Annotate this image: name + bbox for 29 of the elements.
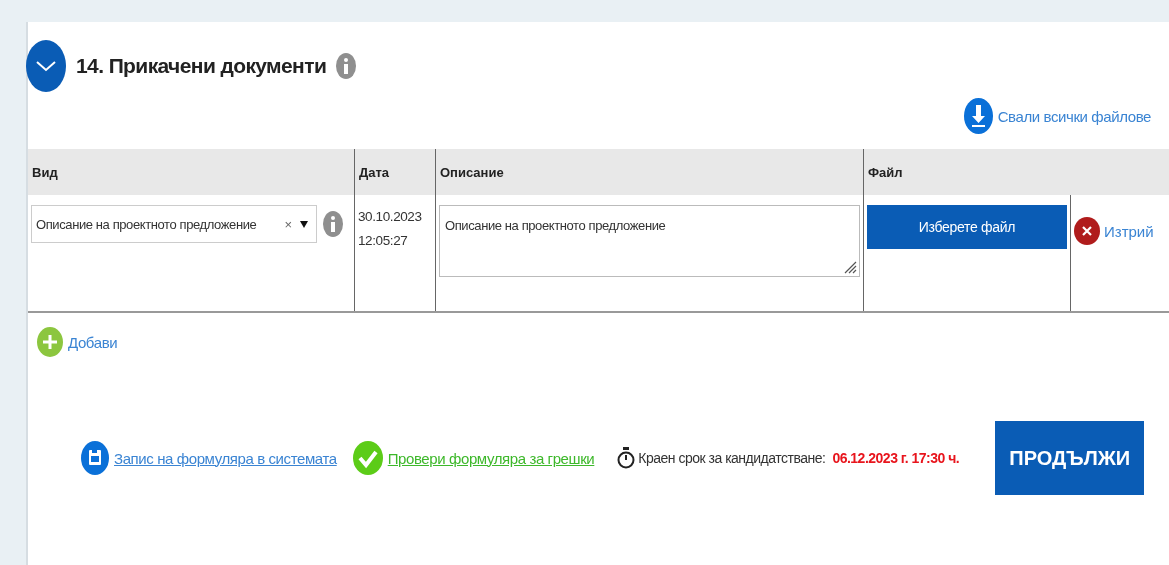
deadline-value: 06.12.2023 г. 17:30 ч. [832, 450, 960, 466]
type-dropdown[interactable]: Описание на проектното предложение × [31, 205, 317, 243]
info-icon[interactable] [336, 53, 357, 79]
caret-icon [300, 220, 308, 228]
download-all-link[interactable]: Свали всички файлове [963, 98, 1151, 134]
column-header: Дата [354, 149, 436, 195]
choose-file-button[interactable]: Изберете файл [867, 205, 1067, 249]
stopwatch-icon [617, 446, 636, 470]
section-title: 14. Прикачени документи [76, 54, 327, 78]
save-icon [81, 441, 109, 475]
column-header: Вид [28, 149, 355, 195]
save-form-link[interactable]: Запис на формуляра в системата [81, 441, 337, 475]
column-header: Описание [435, 149, 864, 195]
check-icon [352, 441, 383, 475]
delete-link[interactable]: Изтрий [1074, 205, 1166, 245]
continue-button[interactable]: ПРОДЪЛЖИ [995, 421, 1145, 495]
column-header: Файл [863, 149, 1169, 195]
resize-grip-icon[interactable] [843, 260, 857, 274]
download-icon [963, 98, 993, 134]
add-icon [37, 327, 63, 357]
deadline-label: Краен срок за кандидатстване: [638, 450, 826, 466]
date-cell-text: 30.10.2023 12:05:27 [358, 208, 423, 250]
description-field[interactable]: Описание на проектното предложение [439, 205, 860, 277]
info-icon[interactable] [323, 211, 343, 237]
add-link[interactable]: Добави [37, 327, 118, 357]
chevron-icon [35, 60, 57, 72]
check-form-link[interactable]: Провери формуляра за грешки [352, 441, 595, 475]
delete-icon [1074, 217, 1100, 245]
collapse-toggle[interactable] [26, 40, 66, 92]
